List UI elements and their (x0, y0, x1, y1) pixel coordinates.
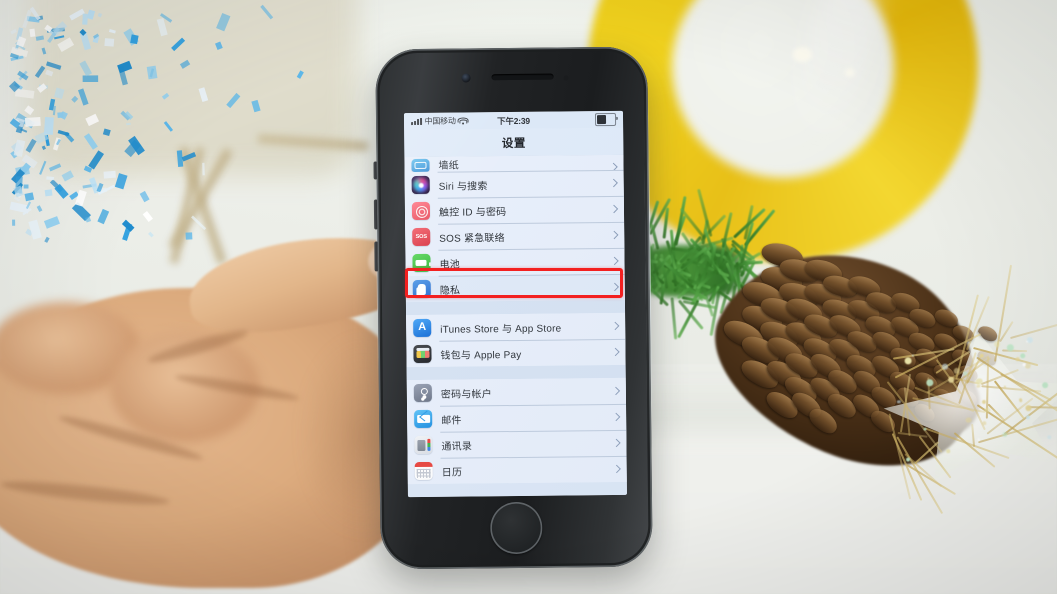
chevron-right-icon (609, 230, 619, 240)
star-wire (892, 347, 954, 359)
proximity-sensor (563, 75, 569, 81)
settings-row-mail[interactable]: 邮件 (407, 403, 627, 433)
passwords-key-icon (413, 383, 432, 403)
settings-row-label: 邮件 (441, 415, 462, 427)
status-bar-clock: 下午2:39 (497, 115, 530, 126)
star-glint (977, 438, 980, 442)
app-store-icon: A (413, 318, 432, 338)
battery-icon (594, 113, 617, 126)
phone-screen: 中国移动 下午2:39 设置 墙纸 Siri 与搜索 触控 ID 与密码 SOS SOS… (403, 110, 627, 498)
siri-icon (411, 175, 430, 195)
page-title: 设置 (501, 137, 526, 150)
specular-highlight (793, 47, 812, 62)
settings-row-label: 密码与帐户 (440, 388, 492, 401)
settings-row-label: 墙纸 (438, 160, 459, 172)
star-glint (946, 449, 951, 454)
star-glint (1006, 343, 1015, 352)
star-wire (897, 432, 929, 438)
settings-row-label: 钱包与 Apple Pay (440, 349, 522, 362)
specular-highlight (845, 68, 855, 77)
chevron-right-icon (610, 256, 619, 266)
status-bar: 中国移动 下午2:39 (403, 110, 624, 131)
star-wire (1010, 320, 1057, 339)
chevron-right-icon (612, 464, 621, 474)
chevron-right-icon (609, 204, 619, 214)
chevron-right-icon (611, 412, 621, 422)
star-glint (1019, 352, 1026, 359)
sos-badge-text: SOS (415, 233, 427, 241)
star-glint (975, 377, 983, 385)
sos-icon: SOS (412, 227, 431, 247)
settings-list[interactable]: 墙纸 Siri 与搜索 触控 ID 与密码 SOS SOS 紧急联络 电池 隐私 AiTune… (404, 154, 627, 498)
volume-down-button[interactable] (374, 241, 379, 272)
navigation-bar: 设置 (404, 127, 624, 158)
settings-row-app-store[interactable]: AiTunes Store 与 App Store (406, 312, 626, 342)
chevron-right-icon (612, 438, 621, 448)
star-glint (962, 371, 968, 376)
star-glint (1025, 414, 1031, 420)
calendar-icon (414, 461, 433, 481)
wallet-icon (413, 344, 432, 364)
star-glint (903, 356, 912, 365)
star-glint (1003, 385, 1007, 389)
star-glint (1022, 363, 1026, 366)
status-bar-right (594, 113, 617, 126)
star-glint (911, 353, 914, 357)
star-glint (984, 406, 991, 413)
star-glint (1025, 336, 1034, 344)
settings-row-wallet[interactable]: 钱包与 Apple Pay (406, 338, 626, 368)
settings-row-label: iTunes Store 与 App Store (440, 323, 562, 336)
star-glint (896, 399, 901, 404)
home-button[interactable] (490, 501, 543, 555)
star-glint (1046, 434, 1052, 440)
star-glint (993, 340, 1001, 348)
wire-star-ornament (870, 264, 1057, 514)
blue-confetti (8, 4, 304, 243)
star-glint (1018, 398, 1023, 403)
mute-switch[interactable] (373, 161, 378, 180)
chevron-right-icon (611, 347, 620, 357)
star-wire (1002, 349, 1027, 353)
pine-needle (670, 296, 677, 340)
earpiece-speaker (491, 73, 554, 81)
iphone-device: 中国移动 下午2:39 设置 墙纸 Siri 与搜索 触控 ID 与密码 SOS SOS… (373, 46, 653, 570)
settings-row-label: 触控 ID 与密码 (438, 206, 507, 219)
star-glint (925, 379, 934, 387)
wallpaper-icon (411, 158, 430, 173)
settings-row-label: 通讯录 (441, 440, 473, 453)
front-camera (461, 73, 471, 83)
settings-group: AiTunes Store 与 App Store 钱包与 Apple Pay (406, 312, 626, 368)
settings-row-contacts[interactable]: 通讯录 (407, 429, 627, 459)
mail-icon (414, 409, 433, 429)
settings-row-passwords-key[interactable]: 密码与帐户 (406, 377, 627, 407)
settings-row-siri[interactable]: Siri 与搜索 (404, 169, 624, 199)
star-glint (1015, 357, 1020, 362)
settings-row-label: 日历 (441, 467, 463, 479)
volume-up-button[interactable] (373, 199, 379, 230)
chevron-right-icon (611, 386, 621, 396)
settings-row-label: SOS 紧急联络 (439, 232, 505, 245)
app-store-glyph: A (418, 320, 427, 334)
settings-row-sos[interactable]: SOS SOS 紧急联络 (405, 221, 625, 251)
star-glint (941, 363, 948, 370)
star-glint (976, 384, 981, 388)
screenshot-scene: 中国移动 下午2:39 设置 墙纸 Siri 与搜索 触控 ID 与密码 SOS SOS… (0, 0, 1057, 594)
touch-id-icon (411, 201, 431, 221)
settings-group: 密码与帐户邮件通讯录日历 (406, 377, 627, 485)
star-glint (906, 456, 911, 462)
settings-row-touch-id[interactable]: 触控 ID 与密码 (404, 195, 625, 225)
settings-row-calendar[interactable]: 日历 (407, 455, 627, 485)
settings-row-label: Siri 与搜索 (438, 180, 488, 193)
contacts-icon (414, 435, 433, 455)
chevron-right-icon (610, 321, 620, 331)
chevron-right-icon (609, 178, 618, 188)
privacy-row-highlight-box (405, 268, 623, 298)
